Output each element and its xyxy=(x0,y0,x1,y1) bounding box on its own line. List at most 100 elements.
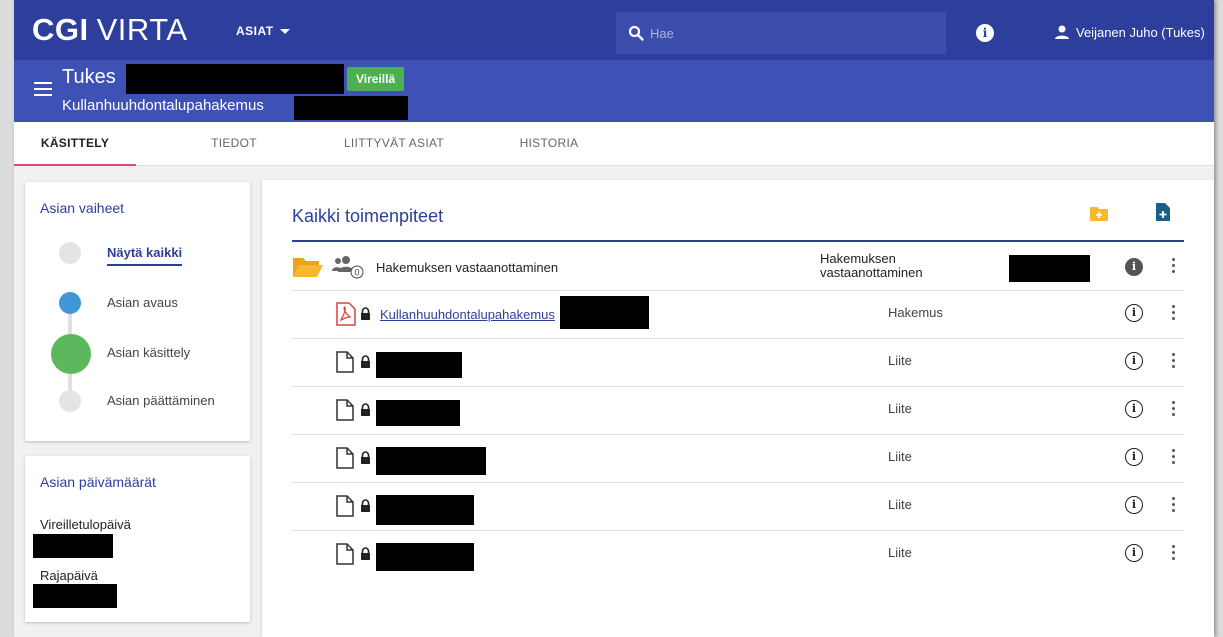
file-icon[interactable] xyxy=(336,543,354,568)
case-header: Tukes Vireillä Kullanhuuhdontalupahakemu… xyxy=(14,60,1214,122)
document-name: Kullanhuuhdontalupahakemus xyxy=(380,307,555,322)
file-icon[interactable] xyxy=(336,351,354,376)
redacted-document-name xyxy=(376,447,486,475)
new-document-icon[interactable] xyxy=(1155,202,1171,225)
lock-icon xyxy=(360,499,371,515)
document-row[interactable]: Liite i xyxy=(292,483,1184,531)
info-icon[interactable]: i xyxy=(1125,400,1143,418)
phase-show-all[interactable]: Näytä kaikki xyxy=(107,245,183,266)
phase-processing[interactable]: Asian käsittely xyxy=(107,345,190,360)
document-type: Liite xyxy=(888,545,912,560)
actions-title: Kaikki toimenpiteet xyxy=(292,206,444,226)
more-icon[interactable] xyxy=(1170,545,1176,563)
tab-tiedot[interactable]: TIEDOT xyxy=(194,122,274,166)
redacted-case-id xyxy=(126,64,344,94)
more-icon[interactable] xyxy=(1170,401,1176,419)
info-icon[interactable]: i xyxy=(976,24,994,42)
redacted-document-name xyxy=(560,296,649,329)
tab-historia[interactable]: HISTORIA xyxy=(504,122,594,166)
document-type: Liite xyxy=(888,353,912,368)
phase-dot-opening[interactable] xyxy=(59,292,81,314)
search-icon xyxy=(628,25,644,41)
folder-type-line1: Hakemuksen xyxy=(820,251,896,266)
file-icon[interactable] xyxy=(336,495,354,520)
document-row[interactable]: Kullanhuuhdontalupahakemus Hakemus i xyxy=(292,291,1184,339)
app-window: CGIVIRTA ASIAT i Veijanen Juho (Tukes) T… xyxy=(14,0,1214,637)
phases-card: Asian vaiheet Näytä kaikki Asian avaus A… xyxy=(25,182,250,441)
status-badge: Vireillä xyxy=(347,67,405,91)
case-type: Kullanhuuhdontalupahakemus xyxy=(62,97,264,114)
phase-dot-closing[interactable] xyxy=(59,390,81,412)
user-name: Veijanen Juho (Tukes) xyxy=(1076,24,1205,40)
search-input[interactable] xyxy=(650,25,930,41)
lock-icon xyxy=(360,547,371,563)
app-logo[interactable]: CGI VIRTA xyxy=(32,10,188,50)
document-link[interactable]: Kullanhuuhdontalupahakemus xyxy=(380,307,555,322)
user-menu[interactable]: Veijanen Juho (Tukes) xyxy=(1054,24,1205,40)
redacted-date-submitted xyxy=(33,534,113,558)
document-row[interactable]: Liite i xyxy=(292,387,1184,435)
more-icon[interactable] xyxy=(1170,258,1176,276)
folder-type: Hakemuksen vastaanottaminen xyxy=(820,252,923,280)
phase-dot-processing[interactable] xyxy=(51,334,91,374)
new-folder-icon[interactable] xyxy=(1089,204,1109,225)
lock-icon xyxy=(360,307,371,323)
info-icon[interactable]: i xyxy=(1125,496,1143,514)
tab-kasittely[interactable]: KÄSITTELY xyxy=(14,122,136,166)
title-divider xyxy=(292,240,1184,242)
pdf-icon[interactable] xyxy=(336,302,356,329)
info-icon[interactable]: i xyxy=(1125,304,1143,322)
redacted-case-number xyxy=(294,96,408,120)
redacted-folder-meta xyxy=(1009,255,1090,282)
cases-menu[interactable]: ASIAT xyxy=(236,24,290,38)
user-icon xyxy=(1055,25,1069,39)
redacted-document-name xyxy=(376,495,474,525)
participants-count: 0 xyxy=(354,268,359,278)
document-row[interactable]: Liite i xyxy=(292,531,1184,579)
more-icon[interactable] xyxy=(1170,353,1176,371)
document-type: Liite xyxy=(888,401,912,416)
redacted-document-name xyxy=(376,352,462,378)
group-icon: 0 xyxy=(332,255,366,282)
info-icon[interactable]: i xyxy=(1125,544,1143,562)
redacted-document-name xyxy=(376,543,474,571)
folder-open-icon[interactable] xyxy=(292,255,324,282)
tab-liittyvat-asiat[interactable]: LIITTYVÄT ASIAT xyxy=(334,122,454,166)
more-icon[interactable] xyxy=(1170,449,1176,467)
dates-title: Asian päivämäärät xyxy=(40,474,156,490)
document-row[interactable]: Liite i xyxy=(292,339,1184,387)
lock-icon xyxy=(360,355,371,371)
logo-virta: VIRTA xyxy=(96,12,188,47)
document-row[interactable]: Liite i xyxy=(292,435,1184,483)
file-icon[interactable] xyxy=(336,399,354,424)
cases-menu-label: ASIAT xyxy=(236,24,274,38)
phase-closing[interactable]: Asian päättäminen xyxy=(107,393,215,408)
more-icon[interactable] xyxy=(1170,497,1176,515)
folder-row[interactable]: 0 Hakemuksen vastaanottaminen Hakemuksen… xyxy=(292,243,1184,291)
phases-title: Asian vaiheet xyxy=(40,200,125,216)
date-label-deadline: Rajapäivä xyxy=(40,568,98,583)
dates-card: Asian päivämäärät Vireilletulopäivä Raja… xyxy=(25,456,250,622)
folder-type-line2: vastaanottaminen xyxy=(820,265,923,280)
search-box[interactable] xyxy=(616,12,946,54)
phase-dot-all[interactable] xyxy=(59,242,81,264)
tab-bar: KÄSITTELY TIEDOT LIITTYVÄT ASIAT HISTORI… xyxy=(14,122,1214,166)
actions-panel: Kaikki toimenpiteet 0 Hakemuksen vastaan… xyxy=(262,180,1214,637)
folder-name[interactable]: Hakemuksen vastaanottaminen xyxy=(376,260,558,275)
top-bar: CGIVIRTA ASIAT i Veijanen Juho (Tukes) xyxy=(14,0,1214,60)
logo-cgi: CGI xyxy=(32,12,89,47)
info-icon[interactable]: i xyxy=(1125,448,1143,466)
redacted-date-deadline xyxy=(33,584,117,608)
menu-icon[interactable] xyxy=(34,82,52,100)
info-icon[interactable]: i xyxy=(1125,352,1143,370)
lock-icon xyxy=(360,451,371,467)
redacted-document-name xyxy=(376,400,460,426)
document-type: Hakemus xyxy=(888,305,943,320)
case-organization: Tukes xyxy=(62,66,116,88)
chevron-down-icon xyxy=(279,28,290,34)
document-type: Liite xyxy=(888,497,912,512)
phase-opening[interactable]: Asian avaus xyxy=(107,295,178,310)
more-icon[interactable] xyxy=(1170,305,1176,323)
file-icon[interactable] xyxy=(336,447,354,472)
info-icon[interactable]: i xyxy=(1125,258,1143,276)
